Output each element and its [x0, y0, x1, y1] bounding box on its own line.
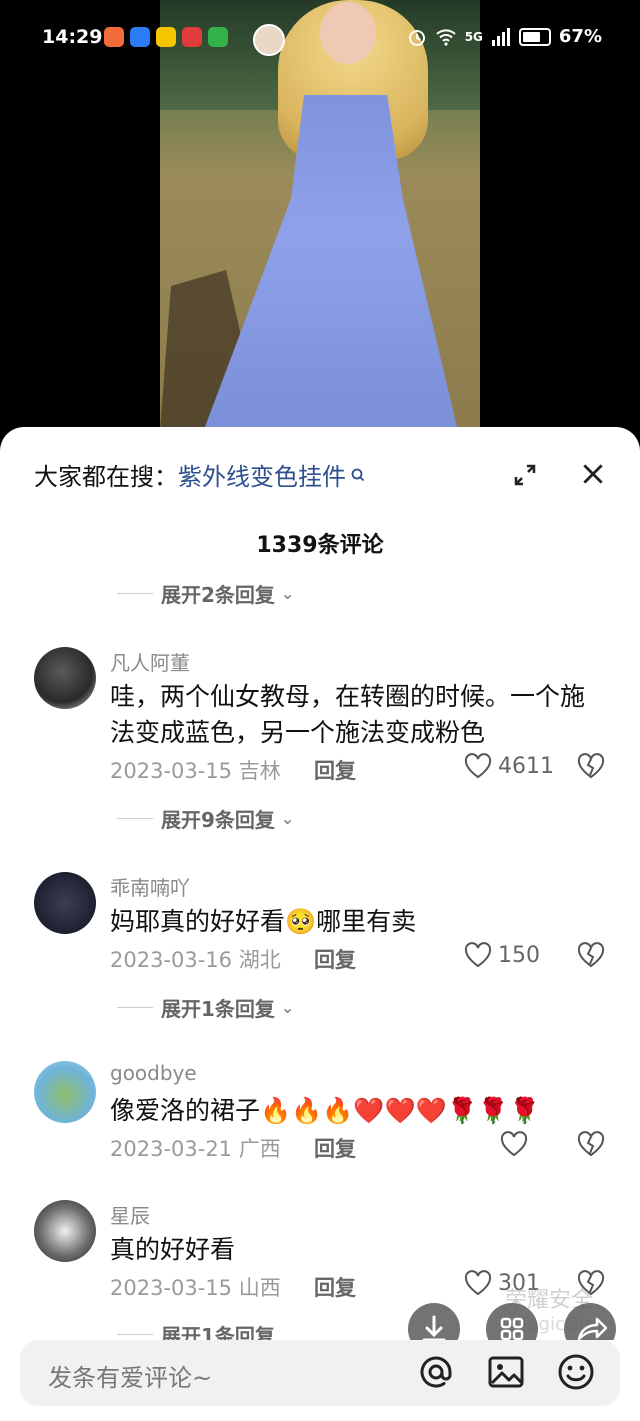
like-button[interactable] — [500, 1131, 534, 1157]
comment-item: goodbye 像爱洛的裙子🔥🔥🔥❤️❤️❤️🌹🌹🌹 2023-03-21 广西… — [0, 1061, 640, 1171]
search-suggestion-keyword[interactable]: 紫外线变色挂件 — [178, 457, 346, 492]
comments-panel: 大家都在搜： 紫外线变色挂件 1339条评论 展开2条回复 ⌄ 凡人阿董 哇，两… — [0, 427, 640, 1421]
broken-heart-icon[interactable] — [577, 942, 605, 968]
comment-text: 妈耶真的好好看🥺哪里有卖 — [110, 907, 417, 936]
comment-item: 乖南喃吖 妈耶真的好好看🥺哪里有卖 2023-03-16 湖北 回复 150 — [0, 872, 640, 982]
status-bar: 14:29 5G 67% — [0, 0, 640, 80]
reply-button[interactable]: 回复 — [314, 944, 356, 974]
avatar[interactable] — [34, 872, 96, 934]
broken-heart-icon[interactable] — [577, 753, 605, 779]
status-time: 14:29 — [42, 26, 103, 48]
emoji-icon[interactable] — [556, 1352, 596, 1392]
like-count: 4611 — [498, 753, 554, 779]
reply-button[interactable]: 回复 — [314, 1133, 356, 1163]
comment-text: 哇，两个仙女教母，在转圈的时候。一个施法变成蓝色，另一个施法变成粉色 — [110, 682, 586, 747]
video-figure-dress — [200, 95, 460, 440]
expand-replies-button[interactable]: 展开9条回复 ⌄ — [117, 804, 294, 833]
app-notification-icon — [156, 27, 176, 47]
expand-replies-label: 展开9条回复 — [161, 808, 275, 832]
heart-icon — [464, 753, 492, 779]
battery-level: 67% — [558, 26, 602, 47]
heart-icon — [464, 942, 492, 968]
alarm-icon — [408, 29, 425, 46]
status-avatar-icon — [253, 24, 285, 56]
expand-replies-label: 展开2条回复 — [161, 583, 275, 607]
comment-input[interactable]: 发条有爱评论~ — [20, 1340, 620, 1406]
search-suggestion[interactable]: 大家都在搜： 紫外线变色挂件 — [34, 457, 366, 492]
comments-count: 1339条评论 — [256, 533, 384, 558]
comment-date-location: 2023-03-21 广西 — [110, 1137, 281, 1161]
at-icon[interactable] — [416, 1352, 456, 1392]
comment-item: 凡人阿董 哇，两个仙女教母，在转圈的时候。一个施法变成蓝色，另一个施法变成粉色 … — [0, 647, 640, 787]
comment-username[interactable]: 乖南喃吖 — [110, 872, 190, 901]
divider — [117, 1007, 153, 1008]
chevron-down-icon: ⌄ — [280, 584, 295, 603]
status-right: 5G 67% — [407, 26, 602, 47]
broken-heart-icon[interactable] — [577, 1131, 605, 1157]
app-notification-icon — [130, 27, 150, 47]
search-icon — [351, 468, 365, 481]
comment-username[interactable]: 凡人阿董 — [110, 647, 190, 676]
heart-icon — [464, 1270, 492, 1296]
comment-input-placeholder: 发条有爱评论~ — [48, 1364, 213, 1392]
wifi-icon — [436, 28, 456, 46]
app-notification-icon — [182, 27, 202, 47]
comment-username[interactable]: 星辰 — [110, 1200, 150, 1229]
expand-replies-button[interactable]: 展开2条回复 ⌄ — [117, 579, 294, 608]
comment-text: 真的好好看 — [110, 1235, 236, 1264]
network-label: 5G — [464, 29, 483, 44]
like-count: 150 — [498, 942, 540, 968]
expand-icon[interactable] — [513, 463, 537, 487]
chevron-down-icon: ⌄ — [280, 998, 295, 1017]
signal-icon — [491, 27, 510, 46]
expand-replies-button[interactable]: 展开1条回复 ⌄ — [117, 993, 294, 1022]
comment-date-location: 2023-03-15 山西 — [110, 1276, 281, 1300]
comment-date-location: 2023-03-16 湖北 — [110, 948, 281, 972]
battery-icon — [518, 27, 551, 46]
divider — [117, 1334, 153, 1335]
search-suggestion-label: 大家都在搜： — [34, 463, 178, 491]
comment-input-bar: 发条有爱评论~ — [0, 1340, 640, 1421]
app-notification-icon — [104, 27, 124, 47]
divider — [117, 593, 153, 594]
avatar[interactable] — [34, 647, 96, 709]
app-notification-icon — [208, 27, 228, 47]
reply-button[interactable]: 回复 — [314, 1272, 356, 1302]
avatar[interactable] — [34, 1200, 96, 1262]
heart-icon — [500, 1131, 528, 1157]
chevron-down-icon: ⌄ — [280, 809, 295, 828]
reply-button[interactable]: 回复 — [314, 755, 356, 785]
avatar[interactable] — [34, 1061, 96, 1123]
status-app-icons — [104, 27, 228, 47]
image-icon[interactable] — [486, 1352, 526, 1392]
comment-username[interactable]: goodbye — [110, 1061, 197, 1085]
expand-replies-label: 展开1条回复 — [161, 997, 275, 1021]
like-button[interactable]: 150 — [464, 942, 540, 968]
like-button[interactable]: 4611 — [464, 753, 554, 779]
divider — [117, 818, 153, 819]
close-icon[interactable] — [580, 461, 606, 487]
comment-date-location: 2023-03-15 吉林 — [110, 759, 281, 783]
comment-text: 像爱洛的裙子🔥🔥🔥❤️❤️❤️🌹🌹🌹 — [110, 1096, 541, 1125]
